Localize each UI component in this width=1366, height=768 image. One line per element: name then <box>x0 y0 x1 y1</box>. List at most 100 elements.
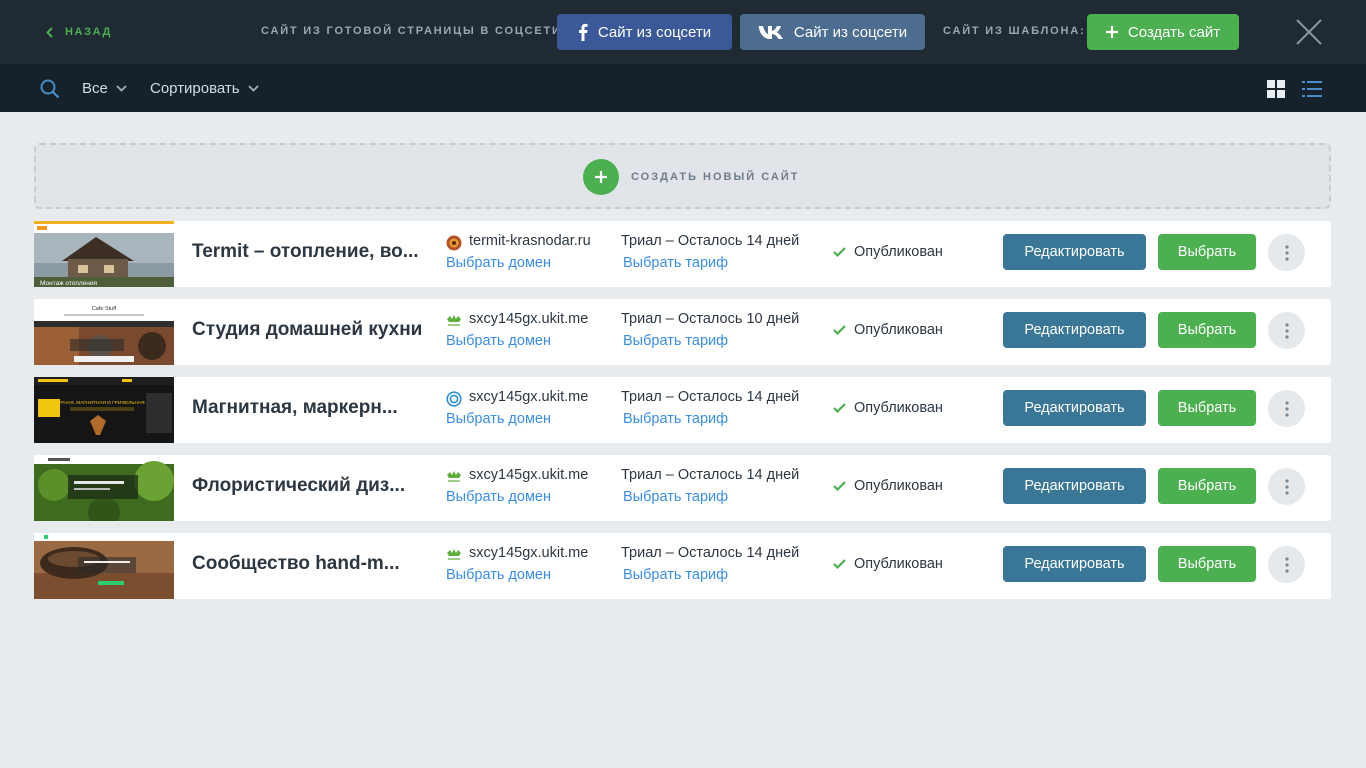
choose-plan-link[interactable]: Выбрать тариф <box>623 567 728 583</box>
chevron-down-icon <box>116 84 127 92</box>
site-thumbnail[interactable] <box>34 455 174 521</box>
choose-domain-link[interactable]: Выбрать домен <box>446 411 551 427</box>
check-icon <box>833 247 846 257</box>
top-bar: НАЗАД САЙТ ИЗ ГОТОВОЙ СТРАНИЦЫ В СОЦСЕТИ… <box>0 0 1366 64</box>
select-button[interactable]: Выбрать <box>1158 234 1256 270</box>
edit-button[interactable]: Редактировать <box>1003 234 1146 270</box>
select-button[interactable]: Выбрать <box>1158 312 1256 348</box>
plan-status: Триал – Осталось 14 дней <box>621 233 800 249</box>
select-button[interactable]: Выбрать <box>1158 546 1256 582</box>
site-name[interactable]: Флористический диз... <box>192 475 422 497</box>
select-button[interactable]: Выбрать <box>1158 468 1256 504</box>
vk-button-label: Сайт из соцсети <box>793 23 908 41</box>
site-thumbnail[interactable]: Cafe Stuff <box>34 299 174 365</box>
select-button[interactable]: Выбрать <box>1158 390 1256 426</box>
create-new-site-card[interactable]: СОЗДАТЬ НОВЫЙ САЙТ <box>34 143 1331 209</box>
edit-button[interactable]: Редактировать <box>1003 546 1146 582</box>
back-link[interactable]: НАЗАД <box>46 24 112 40</box>
site-name[interactable]: Студия домашней кухни <box>192 319 422 341</box>
ukit-favicon-icon <box>447 471 461 482</box>
more-vertical-icon <box>1284 400 1289 417</box>
publish-status-label: Опубликован <box>854 400 943 416</box>
site-row: Флористический диз... sxcy145gx.ukit.me … <box>34 455 1331 521</box>
create-new-site-label: СОЗДАТЬ НОВЫЙ САЙТ <box>631 171 800 183</box>
filter-label: Все <box>82 79 108 97</box>
ukit-favicon-icon <box>447 549 461 560</box>
grid-view-icon[interactable] <box>1267 80 1285 98</box>
thumbnail-caption: Монтаж отопления <box>40 280 98 287</box>
more-options-button[interactable] <box>1268 312 1305 349</box>
ukit-favicon-icon <box>447 315 461 326</box>
plan-status: Триал – Осталось 14 дней <box>621 389 800 405</box>
plan-status: Триал – Осталось 10 дней <box>621 311 800 327</box>
plus-icon <box>1105 26 1118 38</box>
publish-status: Опубликован <box>833 244 943 260</box>
check-icon <box>833 559 846 569</box>
choose-domain-link[interactable]: Выбрать домен <box>446 255 551 271</box>
choose-domain-link[interactable]: Выбрать домен <box>446 567 551 583</box>
create-button-label: Создать сайт <box>1127 23 1221 41</box>
publish-status: Опубликован <box>833 478 943 494</box>
more-options-button[interactable] <box>1268 234 1305 271</box>
filter-dropdown[interactable]: Все <box>82 79 127 97</box>
site-row: Монтаж отопления Termit – отопление, во.… <box>34 221 1331 287</box>
more-vertical-icon <box>1284 322 1289 339</box>
site-domain[interactable]: sxcy145gx.ukit.me <box>469 545 588 561</box>
create-site-button[interactable]: Создать сайт <box>1087 14 1239 50</box>
choose-plan-link[interactable]: Выбрать тариф <box>623 255 728 271</box>
site-name[interactable]: Сообщество hand-m... <box>192 553 422 575</box>
choose-plan-link[interactable]: Выбрать тариф <box>623 333 728 349</box>
choose-domain-link[interactable]: Выбрать домен <box>446 333 551 349</box>
publish-status: Опубликован <box>833 556 943 572</box>
sort-label: Сортировать <box>150 79 240 97</box>
more-options-button[interactable] <box>1268 468 1305 505</box>
facebook-button-label: Сайт из соцсети <box>597 23 712 41</box>
vk-icon <box>758 25 784 40</box>
site-thumbnail[interactable]: МАРКЕРНАЯ, МАГНИТНАЯ И ГРИФЕЛЬНАЯ КРАСКА <box>34 377 174 443</box>
site-domain[interactable]: sxcy145gx.ukit.me <box>469 467 588 483</box>
site-thumbnail[interactable] <box>34 533 174 599</box>
plan-status: Триал – Осталось 14 дней <box>621 545 800 561</box>
more-vertical-icon <box>1284 478 1289 495</box>
facebook-site-button[interactable]: Сайт из соцсети <box>557 14 732 50</box>
search-icon[interactable] <box>40 79 60 99</box>
check-icon <box>833 325 846 335</box>
ring-favicon-icon <box>446 391 462 407</box>
site-thumbnail[interactable]: Монтаж отопления <box>34 221 174 287</box>
list-view-icon[interactable] <box>1302 80 1322 98</box>
site-domain[interactable]: termit-krasnodar.ru <box>469 233 591 249</box>
sort-dropdown[interactable]: Сортировать <box>150 79 259 97</box>
site-name[interactable]: Termit – отопление, во... <box>192 241 422 263</box>
check-icon <box>833 403 846 413</box>
filter-toolbar: Все Сортировать <box>0 64 1366 112</box>
site-row: МАРКЕРНАЯ, МАГНИТНАЯ И ГРИФЕЛЬНАЯ КРАСКА… <box>34 377 1331 443</box>
more-vertical-icon <box>1284 244 1289 261</box>
social-site-label: САЙТ ИЗ ГОТОВОЙ СТРАНИЦЫ В СОЦСЕТИ: <box>261 25 568 37</box>
edit-button[interactable]: Редактировать <box>1003 312 1146 348</box>
close-icon[interactable] <box>1296 19 1322 45</box>
site-row: Сообщество hand-m... sxcy145gx.ukit.me В… <box>34 533 1331 599</box>
choose-plan-link[interactable]: Выбрать тариф <box>623 489 728 505</box>
publish-status: Опубликован <box>833 400 943 416</box>
publish-status-label: Опубликован <box>854 478 943 494</box>
chevron-down-icon <box>247 84 259 92</box>
publish-status: Опубликован <box>833 322 943 338</box>
choose-plan-link[interactable]: Выбрать тариф <box>623 411 728 427</box>
more-options-button[interactable] <box>1268 390 1305 427</box>
more-vertical-icon <box>1284 556 1289 573</box>
more-options-button[interactable] <box>1268 546 1305 583</box>
template-site-label: САЙТ ИЗ ШАБЛОНА: <box>943 25 1086 37</box>
site-domain[interactable]: sxcy145gx.ukit.me <box>469 311 588 327</box>
site-domain[interactable]: sxcy145gx.ukit.me <box>469 389 588 405</box>
edit-button[interactable]: Редактировать <box>1003 390 1146 426</box>
choose-domain-link[interactable]: Выбрать домен <box>446 489 551 505</box>
edit-button[interactable]: Редактировать <box>1003 468 1146 504</box>
thumbnail-caption: Cafe Stuff <box>92 306 117 312</box>
termit-favicon-icon <box>446 235 462 251</box>
publish-status-label: Опубликован <box>854 322 943 338</box>
site-name[interactable]: Магнитная, маркерн... <box>192 397 422 419</box>
plan-status: Триал – Осталось 14 дней <box>621 467 800 483</box>
publish-status-label: Опубликован <box>854 556 943 572</box>
plus-circle-icon <box>583 159 619 195</box>
vk-site-button[interactable]: Сайт из соцсети <box>740 14 925 50</box>
